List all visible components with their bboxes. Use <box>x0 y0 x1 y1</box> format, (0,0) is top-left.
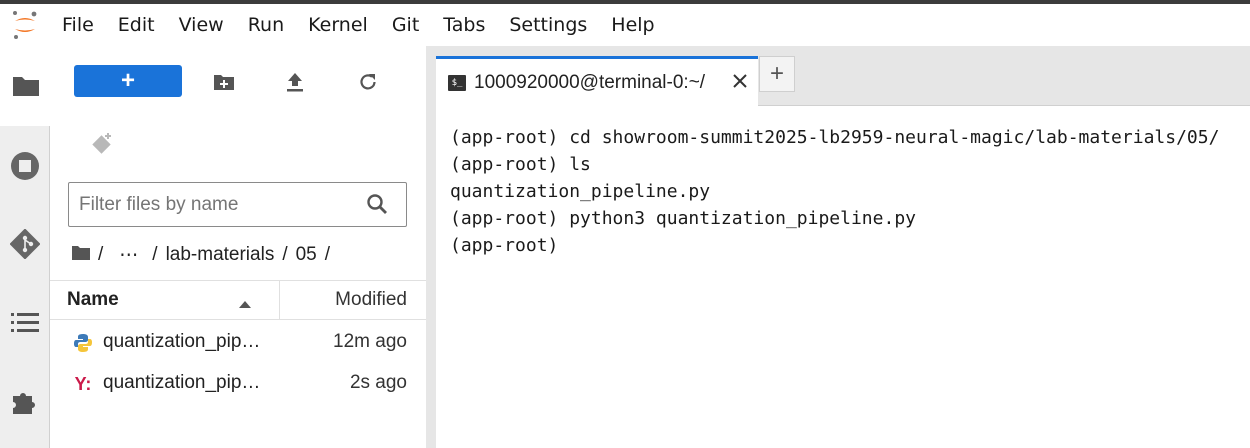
terminal-line: (app-root) python3 quantization_pipeline… <box>450 208 916 229</box>
menu-tabs[interactable]: Tabs <box>431 4 497 46</box>
menu-file[interactable]: File <box>50 4 106 46</box>
menu-bar: File Edit View Run Kernel Git Tabs Setti… <box>0 4 1250 46</box>
git-tab[interactable] <box>0 204 50 284</box>
plus-icon: + <box>769 60 784 87</box>
filter-files-field <box>68 182 407 227</box>
breadcrumb: / ⋯ / lab-materials / 05 / <box>72 242 338 268</box>
breadcrumb-ellipsis[interactable]: ⋯ <box>119 244 138 267</box>
tab-bar: $_ 1000920000@terminal-0:~/ + <box>436 46 1250 106</box>
upload-button[interactable] <box>281 68 309 96</box>
terminal-icon: $_ <box>448 74 466 91</box>
terminal-output[interactable]: (app-root) cd showroom-summit2025-lb2959… <box>436 106 1250 448</box>
refresh-icon <box>360 74 376 90</box>
refresh-button[interactable] <box>354 68 382 96</box>
column-divider[interactable] <box>279 281 280 319</box>
terminal-line: (app-root) ls <box>450 154 591 175</box>
new-folder-button[interactable] <box>210 68 238 96</box>
menu-run[interactable]: Run <box>236 4 296 46</box>
main-dock-area: $_ 1000920000@terminal-0:~/ + (app-root)… <box>436 46 1250 448</box>
activity-bar <box>0 46 51 448</box>
file-modified: 2s ago <box>349 372 407 393</box>
file-list-header: Name Modified <box>50 280 426 320</box>
menu-kernel[interactable]: Kernel <box>296 4 380 46</box>
list-icon <box>11 313 39 332</box>
search-icon <box>366 193 388 219</box>
add-tab-button[interactable]: + <box>759 56 795 92</box>
menu-settings[interactable]: Settings <box>497 4 599 46</box>
menu-git[interactable]: Git <box>380 4 431 46</box>
python-file-icon <box>72 332 94 354</box>
jupyter-logo-icon[interactable] <box>0 4 50 46</box>
puzzle-icon <box>13 393 35 414</box>
table-of-contents-tab[interactable] <box>0 283 50 363</box>
breadcrumb-separator: / <box>98 244 104 265</box>
menu-edit[interactable]: Edit <box>106 4 167 46</box>
terminal-line: quantization_pipeline.py <box>450 181 711 202</box>
terminal-line: (app-root) cd showroom-summit2025-lb2959… <box>450 127 1220 148</box>
file-browser-tab[interactable] <box>0 46 51 126</box>
folder-icon <box>12 77 39 96</box>
breadcrumb-separator: / <box>324 244 331 265</box>
terminal-prompt: (app-root) <box>450 235 570 256</box>
file-list-item[interactable]: Y: quantization_pip… 2s ago <box>50 363 426 403</box>
home-folder-icon[interactable] <box>72 244 90 266</box>
git-icon <box>10 229 40 259</box>
running-sessions-tab[interactable] <box>0 126 50 206</box>
git-clone-icon <box>92 133 111 154</box>
column-header-name[interactable]: Name <box>67 281 119 319</box>
plus-icon: + <box>120 67 135 94</box>
file-modified: 12m ago <box>333 331 407 352</box>
new-folder-icon <box>214 75 234 90</box>
file-list-item[interactable]: quantization_pip… 12m ago <box>50 322 426 362</box>
new-launcher-button[interactable]: + <box>74 65 182 97</box>
tab-terminal[interactable]: $_ 1000920000@terminal-0:~/ <box>436 56 758 106</box>
stop-circle-icon <box>11 152 39 180</box>
breadcrumb-lab-materials[interactable]: lab-materials <box>166 244 275 266</box>
breadcrumb-separator: / <box>152 244 158 265</box>
column-header-modified[interactable]: Modified <box>335 281 407 319</box>
sort-ascending-icon <box>238 294 252 313</box>
file-name: quantization_pip… <box>103 372 261 393</box>
git-clone-button[interactable] <box>88 130 116 158</box>
tab-label: 1000920000@terminal-0:~/ <box>474 71 706 93</box>
extensions-tab[interactable] <box>0 362 50 442</box>
menu-help[interactable]: Help <box>599 4 666 46</box>
breadcrumb-05[interactable]: 05 <box>296 244 317 266</box>
panel-splitter[interactable] <box>426 46 436 448</box>
close-icon[interactable] <box>730 71 750 91</box>
upload-icon <box>287 73 303 92</box>
file-browser-panel: + Filter files by name / ⋯ / lab-materia… <box>50 46 426 448</box>
menu-view[interactable]: View <box>167 4 236 46</box>
filter-files-input[interactable] <box>69 193 359 216</box>
yaml-file-icon: Y: <box>74 374 92 394</box>
breadcrumb-separator: / <box>282 244 288 265</box>
file-name: quantization_pip… <box>103 331 261 352</box>
